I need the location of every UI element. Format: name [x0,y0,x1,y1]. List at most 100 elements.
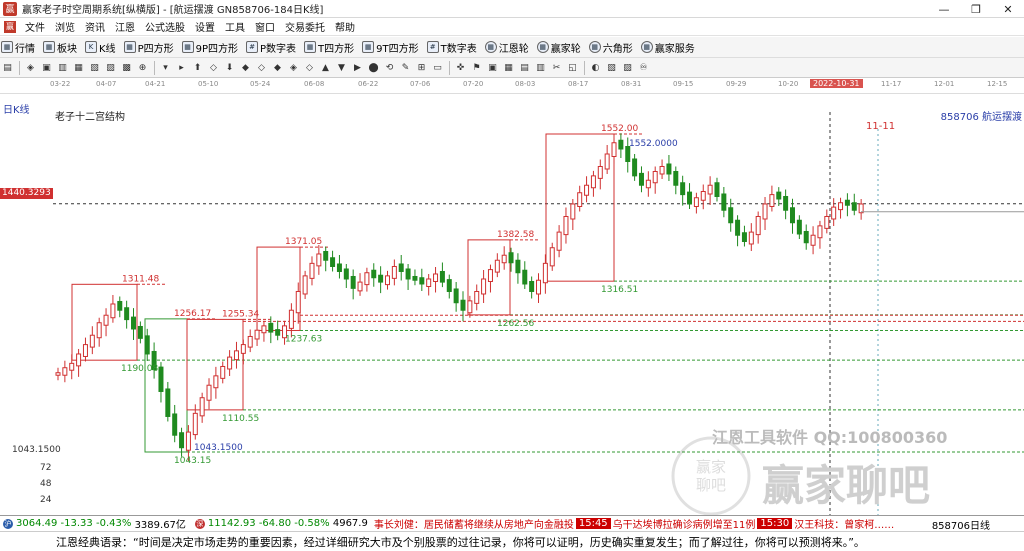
drawing-tool-icon[interactable]: ⟲ [382,60,397,75]
price-annotation-label: 1255.34 [222,309,259,319]
toolbar-item-3[interactable]: ▦ P四方形 [123,40,175,55]
drawing-tool-icon[interactable]: ▩ [119,60,134,75]
index-sh[interactable]: 沪 3064.49 -13.33 -0.43% 3389.67亿 [0,516,186,531]
drawing-tool-icon[interactable]: ▭ [430,60,445,75]
toolbar-item-7[interactable]: ▦ 9T四方形 [361,40,419,55]
candle-body [611,142,617,157]
toolbar-separator [584,60,585,75]
drawing-tool-icon[interactable]: ◇ [254,60,269,75]
drawing-tool-icon[interactable]: ◇ [302,60,317,75]
menu-window[interactable]: 窗口 [250,19,280,34]
candle-body [69,362,75,371]
drawing-tool-icon[interactable]: ⬤ [366,60,381,75]
menu-help[interactable]: 帮助 [330,19,360,34]
candle-body [755,215,761,236]
drawing-tool-icon[interactable]: ◐ [588,60,603,75]
toolbar-item-12[interactable]: ▦ 赢家服务 [640,40,696,55]
drawing-tool-icon[interactable]: ⊕ [135,60,150,75]
drawing-tool-icon[interactable]: ▤ [0,60,15,75]
drawing-tool-icon[interactable]: ▨ [103,60,118,75]
drawing-tool-icon[interactable]: ⚑ [469,60,484,75]
drawing-tool-icon[interactable]: ▧ [87,60,102,75]
news-item[interactable]: 事长刘健：居民储蓄将继续从房地产向金融投 [374,516,574,531]
close-button[interactable]: ✕ [992,0,1024,18]
drawing-tool-icon[interactable]: ◱ [565,60,580,75]
kline-chart[interactable]: 赢家 聊吧 1311.48 1190.08 1256.17 1043.15 1043.1… [0,94,1024,515]
volume-axis-label-72: 72 [40,463,52,473]
minimize-button[interactable]: — [928,0,960,18]
candle-body [844,199,850,206]
drawing-tool-icon[interactable]: ▥ [533,60,548,75]
drawing-tool-icon[interactable]: ▲ [318,60,333,75]
drawing-tool-icon[interactable]: ◆ [270,60,285,75]
toolbar-item-1[interactable]: ▦ 板块 [42,40,78,55]
index-sz[interactable]: 深 11142.93 -64.80 -0.58% 4967.9 [192,518,368,529]
candle-body [288,309,294,329]
restore-button[interactable]: ❐ [960,0,992,18]
drawing-tool-icon[interactable]: ✂ [549,60,564,75]
candle-body [384,275,390,286]
drawing-tool-icon[interactable]: ◈ [286,60,301,75]
drawing-tool-icon[interactable]: ▣ [39,60,54,75]
drawing-tool-icon[interactable]: ◈ [23,60,38,75]
candle-body [131,316,137,330]
drawing-tool-icon[interactable]: ▣ [485,60,500,75]
date-tick-label: 05-10 [198,80,219,88]
candle-body [467,300,473,314]
toolbar-item-label: K线 [99,43,116,55]
menu-gann[interactable]: 江恩 [110,19,140,34]
toolbar-item-8[interactable]: # T数字表 [426,40,478,55]
drawing-tool-icon[interactable]: ◇ [206,60,221,75]
candle-body [481,278,487,295]
candle-body [762,203,768,220]
drawing-tool-icon[interactable]: ✜ [453,60,468,75]
menu-trade[interactable]: 交易委托 [280,19,330,34]
table-icon: # [246,41,258,53]
drawing-tool-icon[interactable]: ⬇ [222,60,237,75]
candle-body [103,314,109,326]
drawing-tool-icon[interactable]: ▧ [604,60,619,75]
menu-browse[interactable]: 浏览 [50,19,80,34]
drawing-tool-icon[interactable]: ⊞ [414,60,429,75]
menu-settings[interactable]: 设置 [190,19,220,34]
candle-body [796,219,802,235]
drawing-tool-icon[interactable]: ▶ [350,60,365,75]
drawing-tool-icon[interactable]: ▥ [55,60,70,75]
drawing-tool-icon[interactable]: ◆ [238,60,253,75]
candle-body [487,269,493,282]
candle-body [453,288,459,304]
menu-file[interactable]: 文件 [20,19,50,34]
menu-bar: 赢 文件 浏览 资讯 江恩 公式选股 设置 工具 窗口 交易委托 帮助 — ❐ … [0,18,1024,51]
toolbar-item-2[interactable]: K K线 [84,40,117,55]
toolbar-item-10[interactable]: ▦ 赢家轮 [536,40,582,55]
drawing-tool-icon[interactable]: ⬆ [190,60,205,75]
news-item[interactable]: 汉王科技：曾家柯…… [794,516,894,531]
drawing-tool-icon[interactable]: ▦ [501,60,516,75]
drawing-tool-icon[interactable]: ✎ [398,60,413,75]
drawing-tool-icon[interactable]: ▾ [158,60,173,75]
drawing-tool-icon[interactable]: ▤ [517,60,532,75]
toolbar-item-6[interactable]: ▦ T四方形 [303,40,355,55]
drawing-tool-icon[interactable]: ▨ [620,60,635,75]
drawing-tool-icon[interactable]: ▸ [174,60,189,75]
candle-body [783,195,789,211]
toolbar-item-0[interactable]: ▦ 行情 [0,40,36,55]
toolbar-item-11[interactable]: ▦ 六角形 [588,40,634,55]
date-tick-label: 11-17 [881,80,902,88]
toolbar-item-9[interactable]: ▦ 江恩轮 [484,40,530,55]
index-sz-icon: 深 [194,518,205,529]
news-item[interactable]: 乌干达埃博拉确诊病例增至11例 [613,516,756,531]
menu-formula[interactable]: 公式选股 [140,19,190,34]
index-sz-change: -64.80 [258,518,292,529]
menu-tools[interactable]: 工具 [220,19,250,34]
drawing-tool-icon[interactable]: ▼ [334,60,349,75]
candle-body [474,290,480,304]
current-date-label: 2022-10-31 [810,79,863,88]
menu-info[interactable]: 资讯 [80,19,110,34]
drawing-tool-icon[interactable]: ▦ [71,60,86,75]
toolbar-item-5[interactable]: # P数字表 [245,40,297,55]
candle-body [55,372,61,376]
candle-body [556,231,562,251]
drawing-tool-icon[interactable]: ♾ [636,60,651,75]
toolbar-item-4[interactable]: ▦ 9P四方形 [181,40,239,55]
